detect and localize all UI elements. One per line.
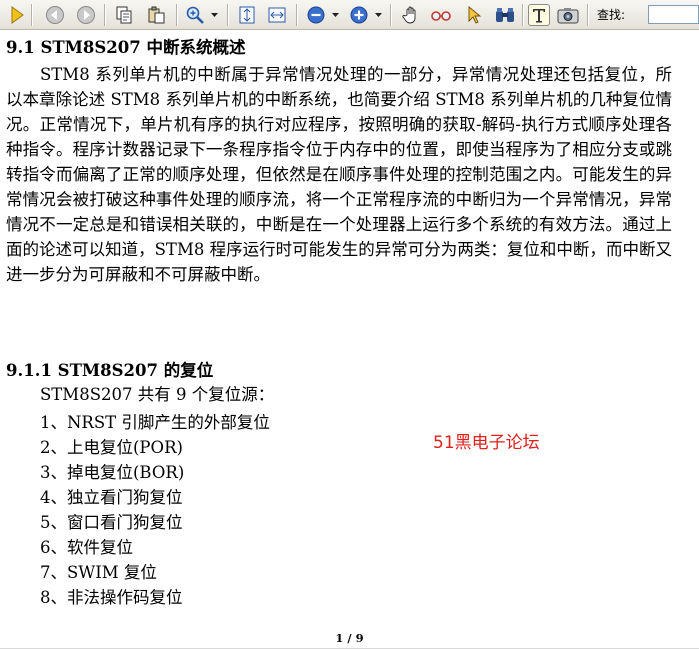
list-item: 8、非法操作码复位: [40, 588, 183, 607]
zoom-in-dropdown-icon[interactable]: [374, 4, 382, 26]
page-indicator: 1 / 9: [335, 631, 364, 645]
copy-icon[interactable]: [113, 4, 135, 26]
forum-watermark: 51黑电子论坛: [433, 433, 540, 453]
zoom-out-icon[interactable]: [305, 4, 327, 26]
hand-icon[interactable]: [400, 4, 422, 26]
toolbar: 查找:: [0, 0, 699, 30]
zoom-icon[interactable]: [184, 4, 206, 26]
page-bottom-divider: [0, 648, 699, 649]
list-item: 2、上电复位(POR): [40, 438, 183, 457]
list-item: 1、NRST 引脚产生的外部复位: [40, 413, 270, 432]
fit-page-icon[interactable]: [236, 4, 258, 26]
play-icon[interactable]: [6, 4, 28, 26]
text-select-icon[interactable]: [528, 4, 550, 26]
find-input[interactable]: [648, 5, 699, 24]
reset-sources-intro: STM8S207 共有 9 个复位源：: [40, 385, 275, 404]
next-page-icon[interactable]: [75, 4, 97, 26]
list-item: 4、独立看门狗复位: [40, 488, 183, 507]
list-item: 6、软件复位: [40, 538, 133, 557]
subsection-heading: 9.1.1 STM8S207 的复位: [6, 361, 214, 380]
list-item: 3、掉电复位(BOR): [40, 463, 185, 482]
prev-page-icon[interactable]: [44, 4, 66, 26]
overview-paragraph: STM8 系列单片机的中断属于异常情况处理的一部分，异常情况处理还包括复位，所以…: [6, 65, 672, 284]
glasses-icon[interactable]: [430, 4, 452, 26]
find-label: 查找:: [597, 8, 626, 22]
paste-icon[interactable]: [145, 4, 167, 26]
snapshot-icon[interactable]: [557, 4, 579, 26]
zoom-out-dropdown-icon[interactable]: [331, 4, 339, 26]
section-heading: 9.1 STM8S207 中断系统概述: [6, 38, 246, 57]
zoom-in-icon[interactable]: [348, 4, 370, 26]
binoculars-icon[interactable]: [494, 4, 516, 26]
document-page: 9.1 STM8S207 中断系统概述 STM8 系列单片机的中断属于异常情况处…: [0, 30, 699, 650]
zoom-dropdown-icon[interactable]: [210, 4, 218, 26]
fit-width-icon[interactable]: [266, 4, 288, 26]
pointer-icon[interactable]: [463, 4, 485, 26]
reset-sources-list: 1、NRST 引脚产生的外部复位 2、上电复位(POR) 3、掉电复位(BOR)…: [40, 410, 270, 610]
list-item: 5、窗口看门狗复位: [40, 513, 183, 532]
list-item: 7、SWIM 复位: [40, 563, 157, 582]
